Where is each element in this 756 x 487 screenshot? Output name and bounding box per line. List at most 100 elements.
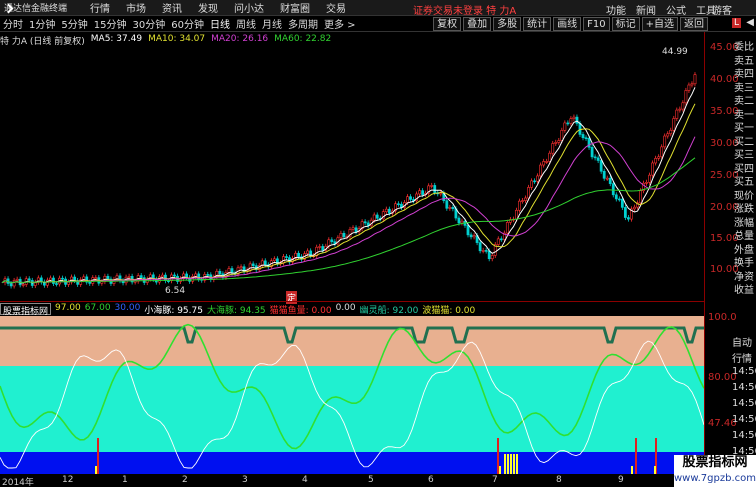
candle-body bbox=[94, 277, 98, 279]
candle-body bbox=[584, 137, 588, 140]
indicator-name[interactable]: 股票指标网 bbox=[0, 303, 52, 317]
order-panel-item[interactable]: 收益 bbox=[734, 281, 754, 296]
indicator-chart[interactable] bbox=[0, 316, 704, 474]
ma-info-line: 特 力A (日线 前复权) MA5: 37.49 MA10: 34.07 MA2… bbox=[0, 34, 331, 47]
candle-body bbox=[15, 278, 19, 281]
candle-body bbox=[397, 203, 400, 206]
menu-gongneng[interactable]: 功能 bbox=[606, 2, 626, 17]
candle-body bbox=[487, 250, 491, 260]
ma10-line bbox=[1, 103, 696, 284]
tool-fuquan[interactable]: 复权 bbox=[433, 17, 462, 31]
app-logo: 通达信金融终端 bbox=[0, 1, 67, 14]
candle-body bbox=[554, 142, 558, 144]
tool-huaxian[interactable]: 画线 bbox=[553, 17, 582, 31]
candle-body bbox=[67, 281, 70, 285]
candle-body bbox=[451, 207, 455, 210]
login-status[interactable]: 证券交易未登录 特 力A bbox=[413, 2, 516, 17]
candle-body bbox=[263, 260, 267, 266]
candle-body bbox=[421, 190, 425, 195]
menu-jiaoyi[interactable]: 交易 bbox=[326, 0, 346, 15]
candle-body bbox=[139, 275, 143, 278]
menu-gongshi[interactable]: 公式 bbox=[666, 2, 686, 17]
candlestick-chart[interactable] bbox=[0, 46, 704, 300]
ma5-line bbox=[1, 87, 696, 284]
date-tick-label: 9 bbox=[618, 475, 624, 485]
toolbar: 复权 叠加 多股 统计 画线 F10 标记 +自选 返回 bbox=[431, 17, 708, 31]
indicator-v3: 30.00 bbox=[114, 303, 141, 313]
tool-tongji[interactable]: 统计 bbox=[523, 17, 552, 31]
candle-body bbox=[321, 246, 325, 251]
tool-biaoji[interactable]: 标记 bbox=[611, 17, 640, 31]
candle-body bbox=[602, 170, 606, 179]
tool-zixuan[interactable]: +自选 bbox=[641, 17, 678, 31]
menu-shichang[interactable]: 市场 bbox=[126, 0, 146, 15]
period-60min[interactable]: 60分钟 bbox=[168, 16, 207, 31]
period-bar: 分时 1分钟 5分钟 15分钟 30分钟 60分钟 日线 周线 月线 多周期 更… bbox=[0, 16, 756, 32]
time-panel-item: 14:56 bbox=[732, 382, 756, 393]
period-multi[interactable]: 多周期 bbox=[285, 16, 321, 31]
candle-body bbox=[218, 270, 222, 275]
candle-body bbox=[272, 258, 276, 262]
guest-label[interactable]: 游客 bbox=[712, 2, 732, 17]
candle-body bbox=[297, 252, 300, 258]
candle-body bbox=[651, 162, 655, 176]
menu-caifuquan[interactable]: 财富圈 bbox=[280, 0, 310, 15]
candle-body bbox=[342, 233, 346, 238]
candle-body bbox=[330, 239, 334, 242]
candle-body bbox=[620, 198, 624, 208]
tool-fanhui[interactable]: 返回 bbox=[680, 17, 708, 31]
candle-body bbox=[530, 180, 533, 188]
order-panel-header: L bbox=[732, 18, 742, 28]
indicator-dahaitun: 大海豚: 94.35 bbox=[206, 306, 266, 316]
indicator-info-line: 股票指标网 97.00 67.00 30.00 小海豚: 95.75 大海豚: … bbox=[0, 303, 476, 317]
candle-body bbox=[457, 217, 461, 224]
period-daily[interactable]: 日线 bbox=[207, 16, 233, 31]
period-30min[interactable]: 30分钟 bbox=[129, 16, 168, 31]
candle-body bbox=[460, 220, 464, 224]
tool-diejia[interactable]: 叠加 bbox=[463, 17, 492, 31]
date-tick-label: 2014年 bbox=[2, 478, 34, 487]
candle-body bbox=[173, 274, 176, 277]
candle-body bbox=[194, 273, 198, 277]
candle-body bbox=[490, 255, 494, 260]
candle-body bbox=[608, 177, 612, 184]
candle-body bbox=[27, 278, 31, 281]
period-weekly[interactable]: 周线 bbox=[233, 16, 259, 31]
candle-body bbox=[466, 225, 470, 236]
menu-zixun[interactable]: 资讯 bbox=[162, 0, 182, 15]
candle-body bbox=[572, 116, 576, 119]
zone-high bbox=[0, 316, 704, 366]
period-15min[interactable]: 15分钟 bbox=[91, 16, 130, 31]
candle-body bbox=[418, 190, 422, 195]
tool-duogu[interactable]: 多股 bbox=[493, 17, 522, 31]
menu-wenxiaoda[interactable]: 问小达 bbox=[234, 0, 264, 15]
candle-body bbox=[617, 198, 621, 201]
candle-body bbox=[448, 207, 452, 209]
candle-body bbox=[542, 161, 546, 166]
high-price-label: 44.99 bbox=[662, 47, 688, 57]
time-panel-item: 14:56 bbox=[732, 430, 756, 441]
indicator-xiaohaitun: 小海豚: 95.75 bbox=[144, 306, 203, 316]
period-monthly[interactable]: 月线 bbox=[259, 16, 285, 31]
watermark: 股票指标网 www.7gpzb.com bbox=[674, 455, 756, 487]
menu-xinwen[interactable]: 新闻 bbox=[636, 2, 656, 17]
period-more[interactable]: 更多 > bbox=[321, 16, 359, 31]
candle-body bbox=[285, 256, 288, 258]
menu-bar: 通达信金融终端 行情 市场 资讯 发现 问小达 财富圈 交易 证券交易未登录 特… bbox=[0, 0, 756, 17]
ma60-line bbox=[1, 157, 696, 284]
menu-hangqing[interactable]: 行情 bbox=[90, 0, 110, 15]
period-1min[interactable]: 1分钟 bbox=[26, 16, 58, 31]
menu-faxian[interactable]: 发现 bbox=[198, 0, 218, 15]
tool-f10[interactable]: F10 bbox=[583, 17, 610, 31]
candle-body bbox=[614, 194, 618, 200]
candle-body bbox=[569, 118, 573, 124]
period-5min[interactable]: 5分钟 bbox=[58, 16, 90, 31]
candle-body bbox=[351, 227, 355, 230]
time-panel-item: 14:56 bbox=[732, 398, 756, 409]
candle-body bbox=[251, 263, 255, 266]
indicator-bomaomao: 波猫猫: 0.00 bbox=[422, 306, 476, 316]
candle-body bbox=[206, 274, 210, 276]
ma5-label: MA5: 37.49 bbox=[90, 34, 143, 44]
candle-body bbox=[548, 152, 552, 162]
period-fenshi[interactable]: 分时 bbox=[0, 16, 26, 31]
